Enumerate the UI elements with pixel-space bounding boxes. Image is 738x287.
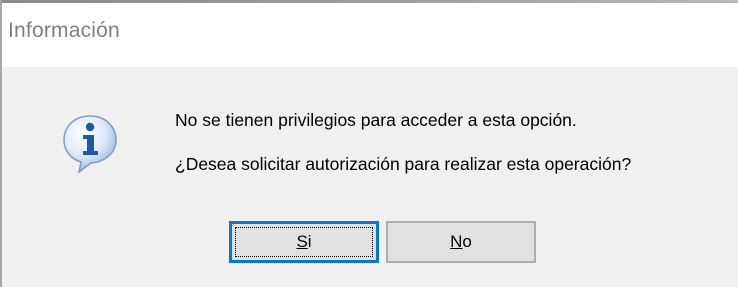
title-bar[interactable]: Información xyxy=(2,3,738,67)
message-text-line-1: No se tienen privilegios para acceder a … xyxy=(175,110,577,130)
no-button-label: No xyxy=(450,232,472,251)
yes-button-label: Si xyxy=(296,232,312,251)
message-text-line-2: ¿Desea solicitar autorización para reali… xyxy=(175,154,632,174)
info-icon xyxy=(63,115,117,174)
window-title: Información xyxy=(8,19,120,42)
yes-button[interactable]: Si xyxy=(229,221,379,263)
message-dialog: Información No se tienen privilegios par… xyxy=(0,0,738,287)
no-button[interactable]: No xyxy=(386,221,536,263)
